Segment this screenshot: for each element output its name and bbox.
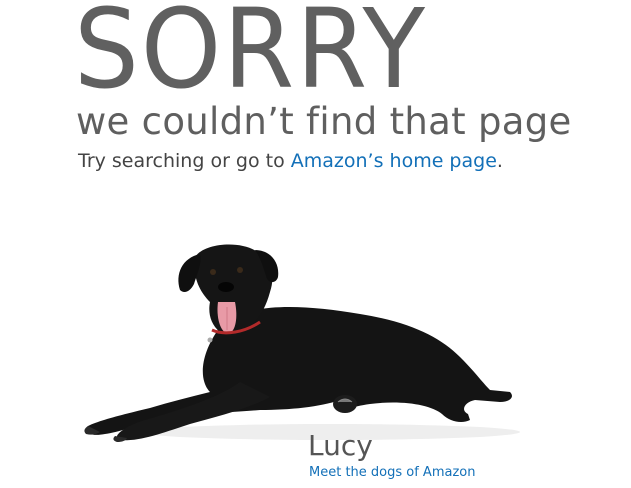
dog-nose [218,282,234,292]
dog-body [85,307,512,435]
dog-eye-left [210,269,216,275]
dog-eye-right [237,267,243,273]
help-message: Try searching or go to Amazon’s home pag… [78,152,503,171]
dog-back-paw [333,395,357,413]
help-message-suffix: . [496,150,503,172]
dog-ear-left [178,254,201,292]
help-message-prefix: Try searching or go to [78,150,291,172]
dog-image [84,244,520,442]
page-title: SORRY [74,0,427,113]
page-subtitle: we couldn’t find that page [76,100,572,143]
dog-name: Lucy [308,429,373,462]
home-page-link[interactable]: Amazon’s home page [291,150,497,172]
meet-dogs-link[interactable]: Meet the dogs of Amazon [309,466,475,479]
